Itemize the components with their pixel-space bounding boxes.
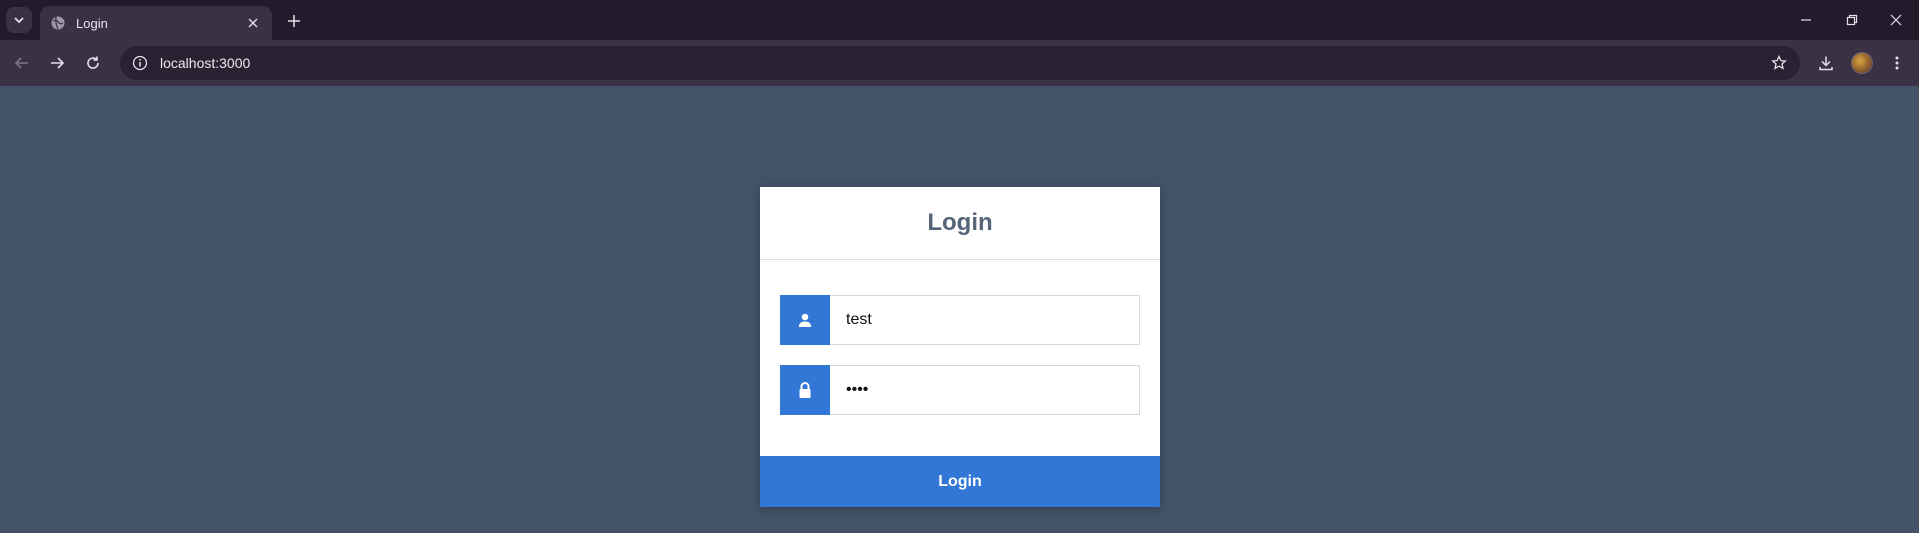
tab-search-button[interactable] [6, 7, 32, 33]
menu-icon [1895, 56, 1899, 70]
login-card: Login Login [760, 187, 1160, 507]
forward-icon [51, 57, 65, 69]
login-button[interactable]: Login [760, 456, 1160, 507]
back-icon [14, 57, 28, 69]
login-title: Login [927, 209, 993, 236]
lock-icon [780, 365, 830, 415]
browser-tab-login[interactable]: Login [40, 6, 272, 40]
close-icon[interactable] [244, 14, 262, 32]
minimize-button[interactable] [1794, 8, 1818, 32]
close-window-icon [1890, 14, 1902, 26]
restore-icon [1846, 14, 1858, 26]
download-button[interactable] [1813, 50, 1839, 76]
back-button[interactable] [9, 50, 35, 76]
address-bar[interactable]: localhost:3000 [120, 46, 1800, 80]
info-icon[interactable] [130, 53, 150, 73]
reload-icon [87, 56, 99, 69]
login-header: Login [760, 187, 1160, 260]
close-window-button[interactable] [1884, 8, 1908, 32]
plus-icon [288, 15, 300, 27]
user-icon [780, 295, 830, 345]
chevron-down-icon [14, 17, 24, 24]
browser-menu-button[interactable] [1884, 50, 1910, 76]
restore-button[interactable] [1840, 8, 1864, 32]
star-icon[interactable] [1766, 50, 1792, 76]
profile-button[interactable] [1849, 50, 1875, 76]
username-input[interactable] [830, 296, 1139, 344]
reload-button[interactable] [80, 50, 106, 76]
profile-avatar [1851, 52, 1873, 74]
password-field [780, 365, 1140, 415]
url-text: localhost:3000 [160, 55, 251, 71]
browser-toolbar: localhost:3000 [0, 40, 1919, 86]
minimize-icon [1801, 19, 1811, 21]
forward-button[interactable] [44, 50, 70, 76]
globe-icon [50, 15, 66, 31]
username-field [780, 295, 1140, 345]
password-input[interactable] [830, 366, 1139, 414]
tab-title: Login [76, 15, 108, 31]
download-icon [1819, 56, 1833, 71]
new-tab-button[interactable] [283, 10, 305, 32]
tab-strip: Login [0, 0, 1919, 40]
